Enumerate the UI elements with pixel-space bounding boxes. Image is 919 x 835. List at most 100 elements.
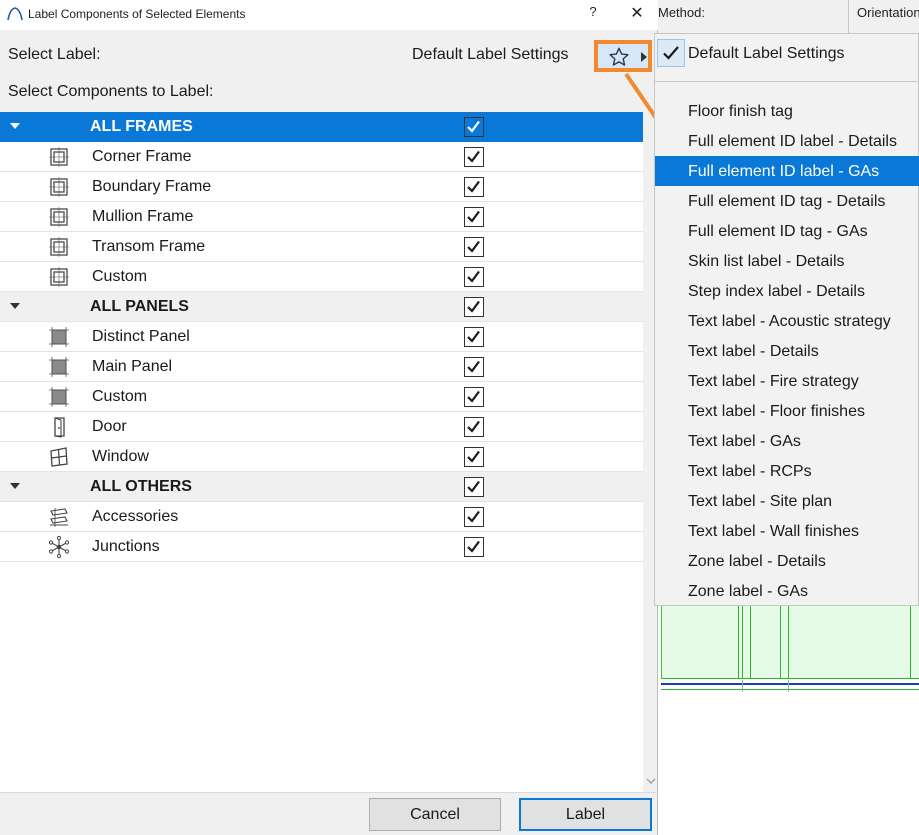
item-checkbox[interactable] (464, 327, 484, 347)
bg-table-header: Method: Orientation (658, 0, 919, 35)
help-button[interactable]: ? (583, 4, 603, 24)
tree-item-row[interactable]: Junctions (0, 532, 643, 562)
tree-item-row[interactable]: Transom Frame (0, 232, 643, 262)
checkmark-icon (467, 210, 480, 223)
checkmark-icon (467, 540, 480, 553)
menu-item[interactable]: Step index label - Details (655, 276, 919, 306)
orientation-column-header[interactable]: Orientation (857, 5, 919, 20)
tree-item-row[interactable]: Custom (0, 382, 643, 412)
menu-item[interactable]: Text label - GAs (655, 426, 919, 456)
tree-item-row[interactable]: Corner Frame (0, 142, 643, 172)
group-checkbox[interactable] (464, 477, 484, 497)
menu-item[interactable]: Text label - RCPs (655, 456, 919, 486)
favorites-button[interactable] (594, 40, 652, 72)
tree-item-row[interactable]: Main Panel (0, 352, 643, 382)
menu-item-label: Full element ID tag - GAs (688, 223, 868, 240)
checkmark-icon (467, 480, 480, 493)
tree-item-row[interactable]: Mullion Frame (0, 202, 643, 232)
menu-item[interactable]: Zone label - GAs (655, 576, 919, 606)
app-icon (7, 7, 23, 21)
frame-icon (49, 177, 69, 197)
item-checkbox[interactable] (464, 357, 484, 377)
star-icon (609, 47, 629, 66)
selected-label-value: Default Label Settings (412, 46, 569, 63)
item-label: Door (92, 418, 127, 435)
junction-icon (48, 535, 70, 559)
menu-item[interactable]: Full element ID label - GAs (655, 156, 919, 186)
checkmark-icon (467, 330, 480, 343)
checkmark-icon (467, 390, 480, 403)
item-checkbox[interactable] (464, 147, 484, 167)
menu-item[interactable]: Skin list label - Details (655, 246, 919, 276)
menu-item[interactable]: Text label - Wall finishes (655, 516, 919, 546)
check-icon-box (657, 39, 685, 67)
dialog-title: Label Components of Selected Elements (28, 7, 246, 21)
bg-drawing-line (780, 606, 781, 678)
menu-item[interactable]: Zone label - Details (655, 546, 919, 576)
tree-item-row[interactable]: Window (0, 442, 643, 472)
menu-item-label: Text label - Details (688, 343, 819, 360)
item-label: Mullion Frame (92, 208, 194, 225)
collapse-triangle-icon[interactable] (10, 483, 20, 489)
item-checkbox[interactable] (464, 237, 484, 257)
item-checkbox[interactable] (464, 207, 484, 227)
group-checkbox[interactable] (464, 117, 484, 137)
cancel-button[interactable]: Cancel (369, 798, 501, 831)
tree-group-row[interactable]: ALL PANELS (0, 292, 643, 322)
panel-icon (49, 387, 69, 407)
bg-drawing-area (661, 606, 919, 678)
menu-item[interactable]: Full element ID tag - GAs (655, 216, 919, 246)
bg-drawing-line (661, 683, 919, 685)
item-checkbox[interactable] (464, 507, 484, 527)
group-label: ALL PANELS (90, 298, 189, 315)
tree-group-row[interactable]: ALL FRAMES (0, 112, 643, 142)
menu-item[interactable]: Text label - Details (655, 336, 919, 366)
menu-item-label: Text label - Wall finishes (688, 523, 860, 540)
menu-item-label: Full element ID label - Details (688, 133, 897, 150)
menu-item-label: Full element ID label - GAs (688, 163, 880, 180)
group-label: ALL FRAMES (90, 118, 193, 135)
bg-drawing-tick (788, 680, 789, 692)
components-tree: ALL FRAMES Corner Frame Boundary Frame Mull… (0, 112, 643, 792)
group-checkbox[interactable] (464, 297, 484, 317)
close-button[interactable]: ✕ (624, 3, 650, 25)
item-checkbox[interactable] (464, 447, 484, 467)
menu-item[interactable]: Text label - Site plan (655, 486, 919, 516)
menu-item-label: Skin list label - Details (688, 253, 845, 270)
menu-separator (655, 81, 919, 82)
bg-drawing-line (910, 606, 911, 678)
tree-item-row[interactable]: Custom (0, 262, 643, 292)
menu-item[interactable]: Full element ID label - Details (655, 126, 919, 156)
item-checkbox[interactable] (464, 417, 484, 437)
item-checkbox[interactable] (464, 267, 484, 287)
check-icon (663, 46, 679, 60)
collapse-triangle-icon[interactable] (10, 123, 20, 129)
menu-item-default-label-settings[interactable]: Default Label Settings (655, 37, 919, 67)
method-column-header[interactable]: Method: (658, 5, 705, 20)
item-checkbox[interactable] (464, 537, 484, 557)
tree-item-row[interactable]: Distinct Panel (0, 322, 643, 352)
tree-item-row[interactable]: Accessories (0, 502, 643, 532)
bg-drawing-line (750, 606, 751, 678)
tree-item-row[interactable]: Boundary Frame (0, 172, 643, 202)
menu-item[interactable]: Floor finish tag (655, 96, 919, 126)
item-checkbox[interactable] (464, 177, 484, 197)
collapse-triangle-icon[interactable] (10, 303, 20, 309)
menu-item-label: Text label - GAs (688, 433, 801, 450)
menu-item[interactable]: Text label - Acoustic strategy (655, 306, 919, 336)
tree-item-row[interactable]: Door (0, 412, 643, 442)
item-label: Junctions (92, 538, 160, 555)
menu-item[interactable]: Full element ID tag - Details (655, 186, 919, 216)
label-button[interactable]: Label (519, 798, 652, 831)
menu-item[interactable]: Text label - Floor finishes (655, 396, 919, 426)
bg-drawing-line (661, 678, 919, 679)
checkmark-icon (467, 270, 480, 283)
bg-drawing-line (738, 606, 739, 678)
tree-group-row[interactable]: ALL OTHERS (0, 472, 643, 502)
select-label-caption: Select Label: (8, 46, 101, 63)
menu-item-label: Text label - Floor finishes (688, 403, 865, 420)
menu-item-label: Default Label Settings (688, 45, 845, 62)
item-checkbox[interactable] (464, 387, 484, 407)
scroll-down-icon[interactable] (646, 776, 656, 786)
menu-item[interactable]: Text label - Fire strategy (655, 366, 919, 396)
